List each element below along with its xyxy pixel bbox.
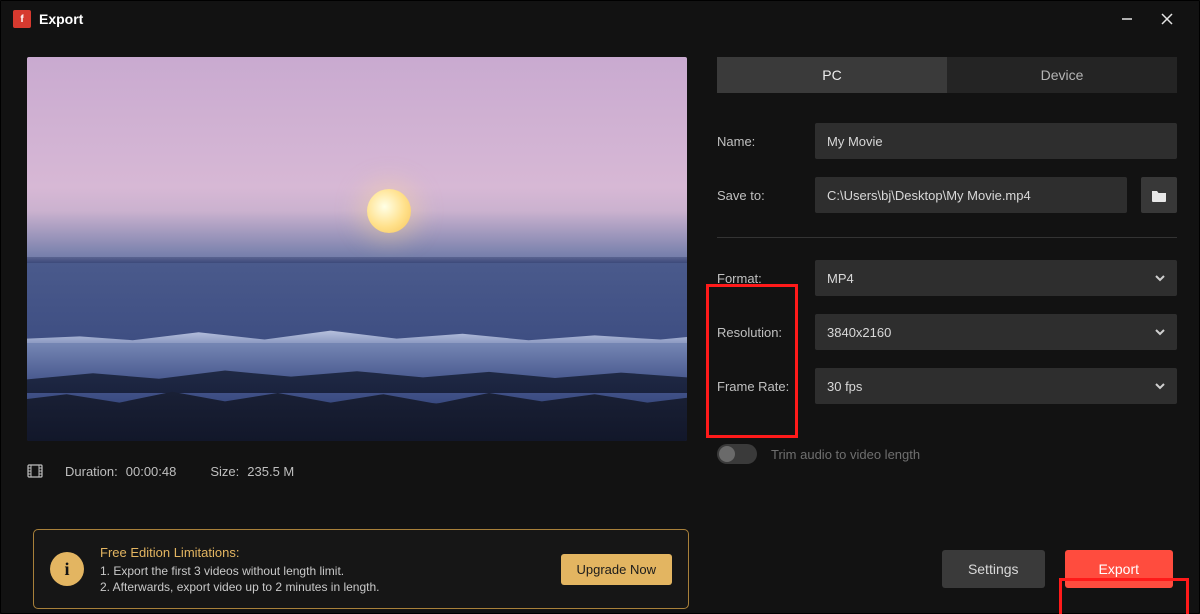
app-icon: f (13, 10, 31, 28)
target-tabs: PC Device (717, 57, 1177, 93)
frame-rate-label: Frame Rate: (717, 379, 801, 394)
chevron-down-icon (1153, 379, 1167, 393)
close-button[interactable] (1147, 1, 1187, 37)
resolution-label: Resolution: (717, 325, 801, 340)
format-label: Format: (717, 271, 801, 286)
trim-audio-label: Trim audio to video length (771, 447, 920, 462)
titlebar: f Export (1, 1, 1199, 37)
format-select[interactable]: MP4 (815, 260, 1177, 296)
resolution-value: 3840x2160 (827, 325, 891, 340)
close-icon (1160, 12, 1174, 26)
frame-rate-value: 30 fps (827, 379, 862, 394)
limitations-title: Free Edition Limitations: (100, 545, 380, 560)
save-to-input[interactable]: C:\Users\bj\Desktop\My Movie.mp4 (815, 177, 1127, 213)
format-value: MP4 (827, 271, 854, 286)
tab-device[interactable]: Device (947, 57, 1177, 93)
minimize-button[interactable] (1107, 1, 1147, 37)
size-label: Size: (210, 464, 239, 479)
minimize-icon (1120, 12, 1134, 26)
limitations-line-1: 1. Export the first 3 videos without len… (100, 564, 380, 578)
chevron-down-icon (1153, 325, 1167, 339)
video-preview (27, 57, 687, 441)
export-window: f Export (0, 0, 1200, 614)
chevron-down-icon (1153, 271, 1167, 285)
export-button[interactable]: Export (1065, 550, 1173, 588)
toggle-knob (719, 446, 735, 462)
save-to-label: Save to: (717, 188, 801, 203)
tab-pc[interactable]: PC (717, 57, 947, 93)
size-value: 235.5 M (247, 464, 294, 479)
limitations-line-2: 2. Afterwards, export video up to 2 minu… (100, 580, 380, 594)
upgrade-button[interactable]: Upgrade Now (561, 554, 673, 585)
name-label: Name: (717, 134, 801, 149)
duration-value: 00:00:48 (126, 464, 177, 479)
name-input[interactable]: My Movie (815, 123, 1177, 159)
browse-button[interactable] (1141, 177, 1177, 213)
film-icon (27, 463, 43, 479)
duration-label: Duration: (65, 464, 118, 479)
resolution-select[interactable]: 3840x2160 (815, 314, 1177, 350)
preview-sun (367, 189, 411, 233)
separator (717, 237, 1177, 238)
free-edition-banner: i Free Edition Limitations: 1. Export th… (33, 529, 689, 609)
folder-icon (1151, 188, 1167, 202)
info-icon: i (50, 552, 84, 586)
video-meta: Duration: 00:00:48 Size: 235.5 M (27, 463, 687, 479)
frame-rate-select[interactable]: 30 fps (815, 368, 1177, 404)
window-title: Export (39, 11, 83, 27)
settings-button[interactable]: Settings (942, 550, 1045, 588)
trim-audio-toggle[interactable] (717, 444, 757, 464)
